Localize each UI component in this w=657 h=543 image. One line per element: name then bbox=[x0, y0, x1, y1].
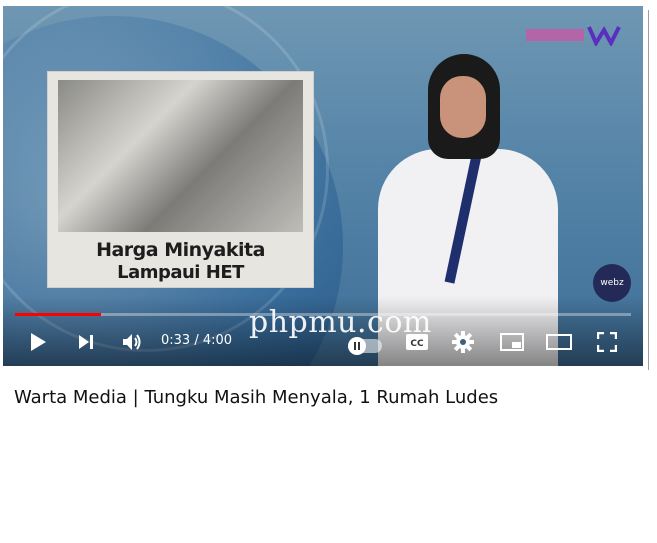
channel-logo-mark-icon bbox=[587, 24, 621, 48]
play-icon bbox=[29, 332, 47, 352]
clipping-photo bbox=[58, 80, 303, 232]
video-player[interactable]: Harga Minyakita Lampaui HET webz 0:33 / … bbox=[3, 6, 643, 366]
newspaper-clipping: Harga Minyakita Lampaui HET bbox=[48, 72, 313, 287]
channel-logo bbox=[526, 24, 621, 48]
miniplayer-button[interactable] bbox=[497, 324, 527, 360]
right-divider bbox=[648, 10, 649, 370]
watermark-text: phpmu.com bbox=[249, 305, 432, 340]
miniplayer-icon bbox=[500, 333, 524, 351]
next-icon bbox=[77, 333, 95, 351]
progress-bar-played bbox=[15, 313, 102, 316]
clipping-headline-line2: Lampaui HET bbox=[117, 262, 244, 283]
next-button[interactable] bbox=[71, 324, 101, 360]
volume-button[interactable] bbox=[117, 324, 147, 360]
settings-icon bbox=[452, 331, 474, 353]
play-button[interactable] bbox=[23, 324, 53, 360]
time-display: 0:33 / 4:00 bbox=[161, 333, 233, 348]
svg-text:CC: CC bbox=[410, 339, 424, 349]
theater-mode-icon bbox=[546, 334, 572, 350]
video-title[interactable]: Warta Media | Tungku Masih Menyala, 1 Ru… bbox=[14, 387, 498, 408]
theater-mode-button[interactable] bbox=[543, 324, 575, 360]
presenter-face bbox=[440, 76, 486, 138]
channel-logo-bar bbox=[526, 29, 584, 41]
autoplay-toggle[interactable] bbox=[348, 337, 382, 355]
fullscreen-icon bbox=[597, 332, 617, 352]
clipping-headline-line1: Harga Minyakita bbox=[96, 239, 265, 261]
fullscreen-button[interactable] bbox=[592, 324, 622, 360]
volume-icon bbox=[121, 332, 143, 352]
settings-button[interactable] bbox=[448, 324, 478, 360]
